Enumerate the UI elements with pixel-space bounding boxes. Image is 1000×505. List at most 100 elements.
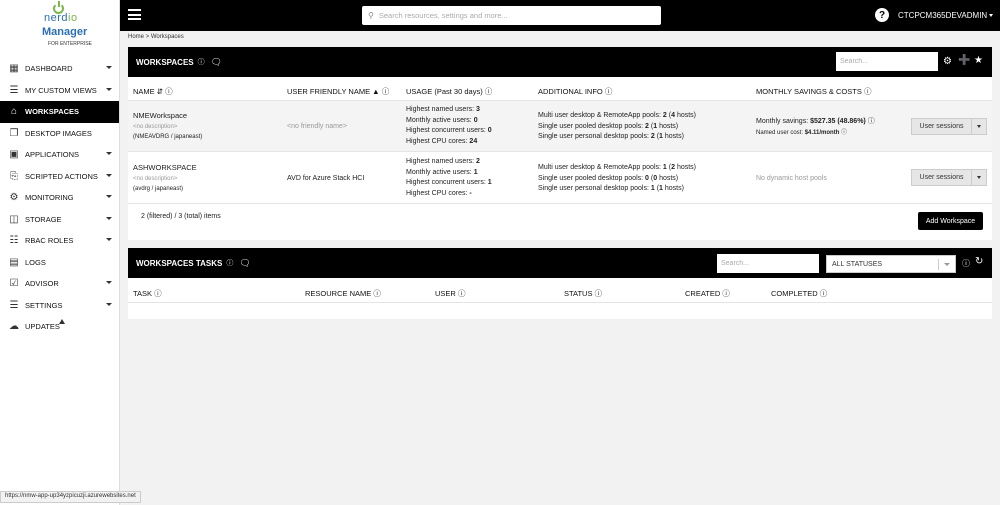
friendly-name-cell: AVD for Azure Stack HCI bbox=[287, 175, 365, 182]
chevron-down-icon bbox=[106, 152, 112, 155]
info-icon: ⓘ bbox=[165, 87, 173, 96]
chevron-down-icon bbox=[977, 125, 981, 128]
info-icon: ⓘ bbox=[867, 118, 875, 125]
scripted-actions-icon: ⎘ bbox=[10, 170, 18, 182]
user-sessions-split-button: User sessions bbox=[911, 169, 987, 186]
sidebar-item-storage[interactable]: ◫ STORAGE bbox=[0, 209, 119, 231]
info-icon: ⓘ bbox=[841, 129, 848, 136]
add-workspace-button[interactable]: Add Workspace bbox=[918, 212, 983, 230]
help-icon[interactable]: ? bbox=[875, 8, 889, 22]
chevron-down-icon bbox=[106, 238, 112, 241]
col-header-status[interactable]: STATUS ⓘ bbox=[564, 288, 602, 299]
divider bbox=[128, 302, 992, 303]
chevron-down-icon bbox=[944, 263, 950, 266]
chevron-down-icon bbox=[106, 66, 112, 69]
advisor-icon: ☑ bbox=[9, 278, 19, 290]
sidebar-item-updates[interactable]: ☁ UPDATES bbox=[0, 316, 119, 338]
info-icon[interactable]: ⓘ bbox=[226, 258, 233, 268]
info-icon[interactable]: ⓘ bbox=[198, 57, 205, 67]
custom-views-icon: ☰ bbox=[9, 84, 19, 96]
star-icon[interactable]: ★ bbox=[974, 55, 983, 66]
col-header-resource-name[interactable]: RESOURCE NAME ⓘ bbox=[305, 288, 381, 299]
global-search[interactable]: ⚲ bbox=[362, 6, 661, 25]
user-sessions-dropdown[interactable] bbox=[972, 169, 987, 186]
user-sessions-button[interactable]: User sessions bbox=[911, 169, 972, 186]
workspaces-title: WORKSPACES bbox=[136, 57, 194, 67]
sidebar-item-desktop-images[interactable]: ❐ DESKTOP IMAGES bbox=[0, 123, 119, 145]
search-icon: ⚲ bbox=[368, 11, 374, 20]
col-header-task[interactable]: TASK ⓘ bbox=[133, 288, 162, 299]
storage-icon: ◫ bbox=[9, 213, 19, 225]
info-icon[interactable]: ⓘ bbox=[962, 258, 970, 269]
user-menu[interactable]: CTCPCM365DEVADMIN bbox=[898, 11, 994, 20]
sidebar-item-workspaces[interactable]: ⌂ WORKSPACES bbox=[0, 101, 119, 123]
sidebar-item-monitoring[interactable]: ⚙ MONITORING bbox=[0, 187, 119, 209]
breadcrumb[interactable]: Home > Workspaces bbox=[128, 34, 184, 40]
sidebar-item-settings[interactable]: ☰ SETTINGS bbox=[0, 295, 119, 317]
tasks-title: WORKSPACES TASKS bbox=[136, 258, 223, 268]
col-header-user[interactable]: USER ⓘ bbox=[435, 288, 465, 299]
sidebar-item-logs[interactable]: ▤ LOGS bbox=[0, 252, 119, 274]
info-icon: ⓘ bbox=[722, 289, 730, 298]
refresh-icon[interactable]: ↻ bbox=[975, 256, 983, 267]
desktop-images-icon: ❐ bbox=[9, 127, 19, 139]
browser-status-url: https://nmw-app-up34yzpicuzji.azurewebsi… bbox=[0, 491, 141, 503]
status-filter-select[interactable]: ALL STATUSES bbox=[826, 255, 956, 273]
global-search-input[interactable] bbox=[378, 11, 639, 20]
logo-tagline: FOR ENTERPRISE bbox=[48, 41, 92, 47]
chevron-down-icon bbox=[106, 173, 112, 177]
col-header-usage[interactable]: USAGE (Past 30 days) ⓘ bbox=[406, 86, 492, 97]
additional-info-cell: Multi user desktop & RemoteApp pools: 2 … bbox=[538, 112, 697, 140]
col-header-additional-info[interactable]: ADDITIONAL INFO ⓘ bbox=[538, 86, 612, 97]
settings-icon: ☰ bbox=[9, 299, 19, 311]
user-sessions-button[interactable]: User sessions bbox=[911, 118, 972, 135]
sort-icon: ⇵ bbox=[156, 87, 164, 96]
logo-brand: nerdio bbox=[44, 12, 78, 24]
info-icon: ⓘ bbox=[381, 87, 390, 96]
logo-product: Manager bbox=[42, 26, 88, 38]
user-sessions-dropdown[interactable] bbox=[972, 118, 987, 135]
col-header-savings[interactable]: MONTHLY SAVINGS & COSTS ⓘ bbox=[756, 86, 871, 97]
additional-info-cell: Multi user desktop & RemoteApp pools: 1 … bbox=[538, 164, 697, 192]
sidebar-item-rbac-roles[interactable]: ☷ RBAC ROLES bbox=[0, 230, 119, 252]
sidebar-item-dashboard[interactable]: ▦ DASHBOARD bbox=[0, 58, 119, 80]
nerdio-logo[interactable]: nerdio Manager FOR ENTERPRISE bbox=[0, 0, 119, 58]
user-sessions-split-button: User sessions bbox=[911, 118, 987, 135]
topbar: ⚲ ? CTCPCM365DEVADMIN bbox=[120, 0, 1000, 31]
info-icon: ⓘ bbox=[604, 87, 613, 96]
sidebar: nerdio Manager FOR ENTERPRISE ▦ DASHBOARD… bbox=[0, 0, 120, 505]
add-circle-icon[interactable]: ➕ bbox=[958, 55, 970, 66]
savings-cell: Monthly savings: $527.35 (48.86%) ⓘ Name… bbox=[756, 118, 875, 136]
workspace-name-cell[interactable]: NMEWorkspace <no description> (NMEAVDRG … bbox=[133, 111, 202, 143]
sidebar-item-advisor[interactable]: ☑ ADVISOR bbox=[0, 273, 119, 295]
gear-icon[interactable]: ⚙ bbox=[943, 56, 952, 67]
hamburger-menu-icon[interactable] bbox=[128, 9, 141, 20]
info-icon: ⓘ bbox=[457, 289, 466, 298]
alert-icon bbox=[59, 319, 65, 324]
comments-icon[interactable]: 🗨 bbox=[239, 258, 250, 269]
dashboard-icon: ▦ bbox=[9, 63, 19, 75]
chevron-down-icon bbox=[106, 216, 112, 220]
tasks-search-input[interactable] bbox=[717, 254, 819, 273]
chevron-down-icon bbox=[989, 14, 994, 18]
chevron-down-icon bbox=[106, 281, 112, 284]
items-count: 2 (filtered) / 3 (total) items bbox=[141, 213, 221, 220]
info-icon: ⓘ bbox=[819, 289, 828, 298]
col-header-created[interactable]: CREATED ⓘ bbox=[685, 288, 730, 299]
chevron-down-icon bbox=[106, 302, 112, 306]
sidebar-item-custom-views[interactable]: ☰ MY CUSTOM VIEWS bbox=[0, 80, 119, 102]
workspaces-search-input[interactable] bbox=[836, 52, 938, 71]
col-header-completed[interactable]: COMPLETED ⓘ bbox=[771, 288, 827, 299]
workspace-name-cell[interactable]: ASHWORKSPACE <no description> (avdrg / j… bbox=[133, 163, 197, 195]
rbac-icon: ☷ bbox=[9, 235, 19, 247]
col-header-name[interactable]: NAME ⇵ ⓘ bbox=[133, 86, 173, 97]
sidebar-item-scripted-actions[interactable]: ⎘ SCRIPTED ACTIONS bbox=[0, 166, 119, 188]
info-icon: ⓘ bbox=[594, 289, 603, 298]
chevron-down-icon bbox=[977, 176, 981, 179]
workspaces-icon: ⌂ bbox=[10, 106, 18, 118]
col-header-friendly-name[interactable]: USER FRIENDLY NAME ▲ ⓘ bbox=[287, 86, 389, 97]
logs-icon: ▤ bbox=[9, 256, 19, 268]
usage-cell: Highest named users: 3 Monthly active us… bbox=[406, 106, 492, 145]
comments-icon[interactable]: 🗨 bbox=[211, 57, 222, 68]
sidebar-item-applications[interactable]: ▣ APPLICATIONS bbox=[0, 144, 119, 166]
